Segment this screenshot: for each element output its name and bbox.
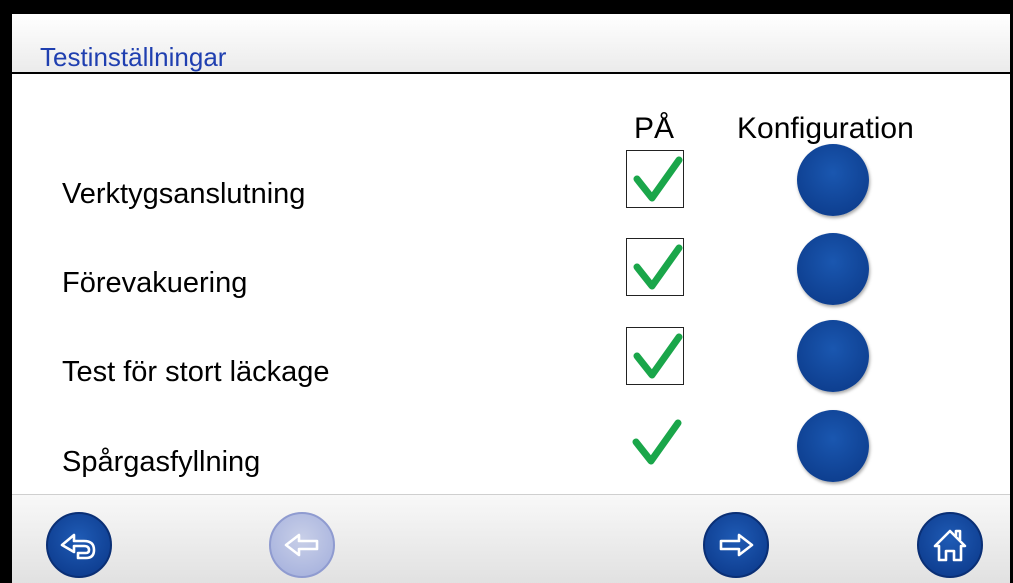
config-button-forevakuering[interactable]	[797, 233, 869, 305]
config-button-test-for-stort-lackage[interactable]	[797, 320, 869, 392]
row-label-spargasfyllning: Spårgasfyllning	[62, 446, 261, 478]
row-label-test-for-stort-lackage: Test för stort läckage	[62, 356, 330, 388]
checkbox-forevakuering[interactable]	[626, 238, 684, 296]
home-button[interactable]	[917, 512, 983, 578]
previous-button[interactable]	[269, 512, 335, 578]
return-arrow-icon	[60, 533, 96, 560]
row-label-verktygsanslutning: Verktygsanslutning	[62, 178, 306, 210]
next-button[interactable]	[703, 512, 769, 578]
checkmark-icon	[633, 156, 683, 202]
bottom-nav-bar	[12, 494, 1010, 583]
checkmark-spargasfyllning	[626, 414, 684, 472]
home-icon	[933, 529, 967, 562]
config-button-spargasfyllning[interactable]	[797, 410, 869, 482]
checkmark-icon	[633, 333, 683, 379]
back-button[interactable]	[46, 512, 112, 578]
title-bar: Testinställningar	[12, 14, 1010, 74]
screen: Testinställningar PÅ Konfiguration Verkt…	[12, 14, 1010, 583]
config-button-verktygsanslutning[interactable]	[797, 144, 869, 216]
column-header-configuration: Konfiguration	[737, 112, 914, 145]
checkbox-test-for-stort-lackage[interactable]	[626, 327, 684, 385]
arrow-left-icon	[284, 533, 319, 557]
column-header-on: PÅ	[634, 112, 675, 145]
checkmark-icon	[633, 244, 683, 290]
checkbox-verktygsanslutning[interactable]	[626, 150, 684, 208]
checkmark-icon	[632, 419, 682, 465]
arrow-right-icon	[719, 533, 754, 557]
row-label-forevakuering: Förevakuering	[62, 267, 248, 299]
page-title: Testinställningar	[40, 42, 227, 72]
